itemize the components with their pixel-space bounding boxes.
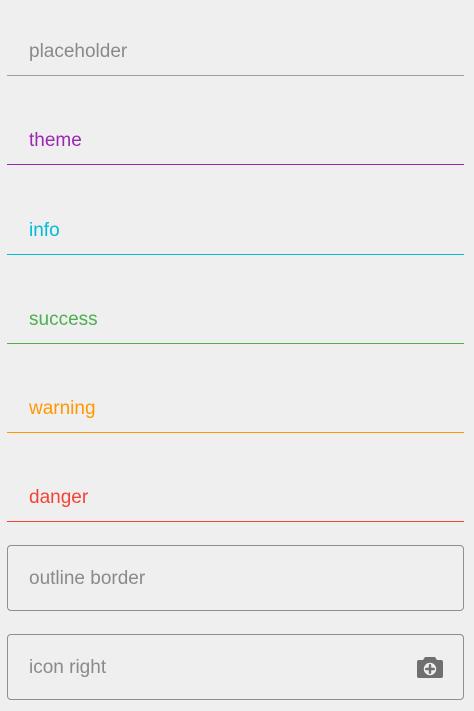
input-info[interactable]: info xyxy=(7,211,464,255)
input-placeholder[interactable]: placeholder xyxy=(7,32,464,76)
camera-icon[interactable] xyxy=(416,655,444,679)
input-outline-border[interactable]: outline border xyxy=(7,545,464,611)
input-icon-right[interactable]: icon right xyxy=(7,634,464,700)
input-success[interactable]: success xyxy=(7,300,464,344)
input-danger-label: danger xyxy=(29,487,89,508)
input-theme[interactable]: theme xyxy=(7,121,464,165)
input-warning-label: warning xyxy=(29,398,96,419)
input-outline-border-label: outline border xyxy=(29,568,146,589)
input-placeholder-label: placeholder xyxy=(29,41,128,62)
input-theme-label: theme xyxy=(29,130,82,151)
input-icon-right-label: icon right xyxy=(29,657,107,678)
input-success-label: success xyxy=(29,309,98,330)
input-danger[interactable]: danger xyxy=(7,478,464,522)
input-info-label: info xyxy=(29,220,60,241)
input-warning[interactable]: warning xyxy=(7,389,464,433)
